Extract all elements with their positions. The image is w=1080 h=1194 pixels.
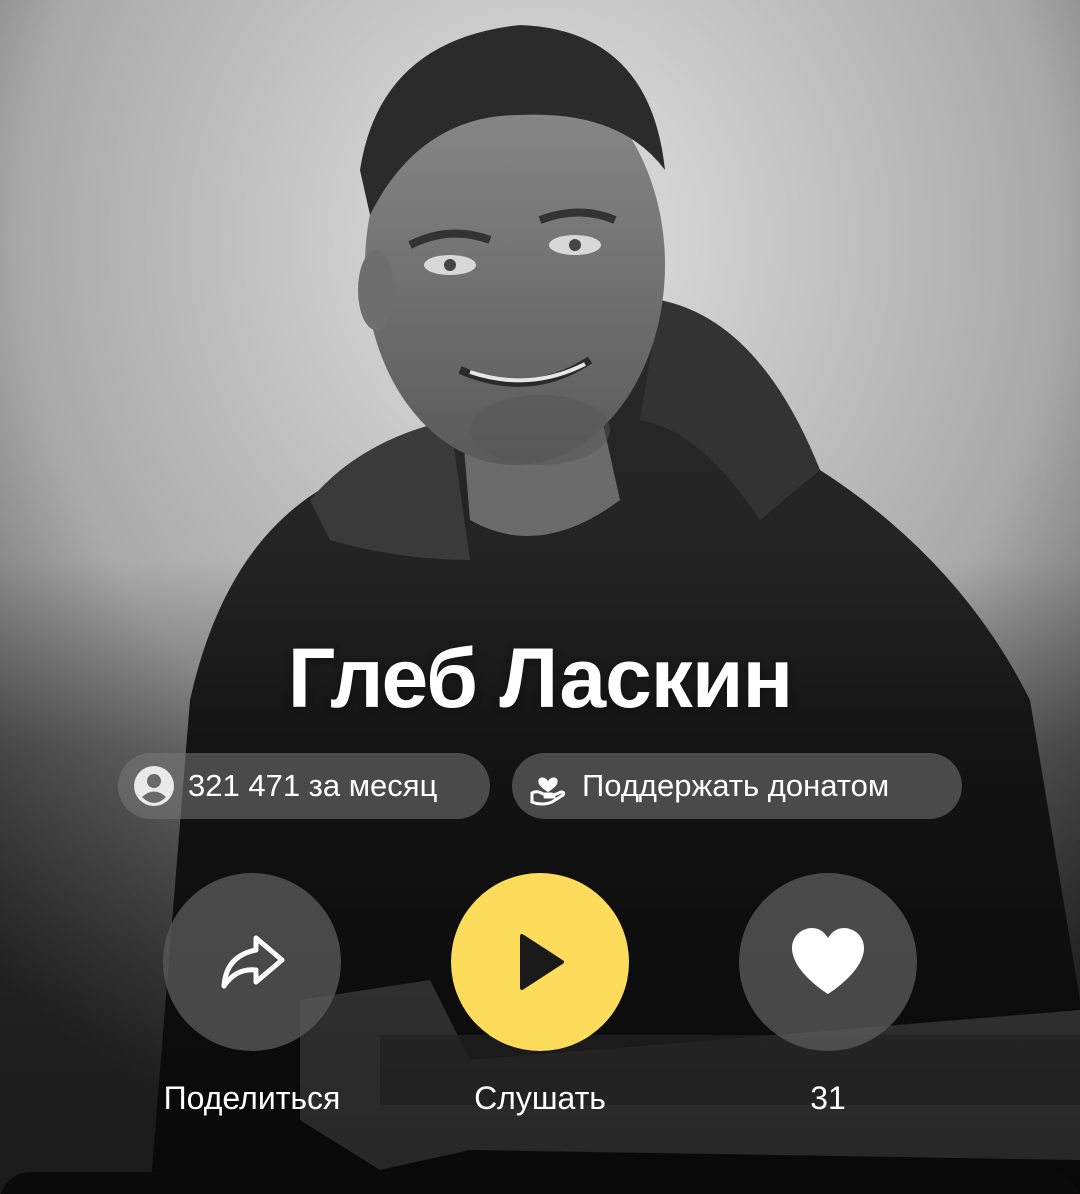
like-button[interactable]: [739, 873, 917, 1051]
play-icon: [520, 934, 564, 990]
play-label: Слушать: [474, 1080, 606, 1116]
artist-screen: Глеб Ласкин 321 471 за месяц Поддержать …: [0, 0, 1080, 1194]
artist-name: Глеб Ласкин: [287, 631, 793, 725]
play-button[interactable]: [451, 873, 629, 1051]
share-button[interactable]: [163, 873, 341, 1051]
like-count: 31: [810, 1080, 846, 1116]
monthly-listeners-chip: 321 471 за месяц: [118, 753, 490, 819]
share-label: Поделиться: [163, 1080, 341, 1116]
bottom-sheet-edge: [0, 1172, 1080, 1194]
donate-button[interactable]: Поддержать донатом: [512, 753, 962, 819]
heart-icon: [792, 928, 864, 994]
donate-text: Поддержать донатом: [582, 768, 890, 803]
donate-hand-heart-icon: [530, 777, 566, 806]
monthly-listeners-text: 321 471 за месяц: [188, 768, 438, 803]
user-icon: [134, 766, 174, 806]
share-arrow-icon: [221, 935, 285, 989]
